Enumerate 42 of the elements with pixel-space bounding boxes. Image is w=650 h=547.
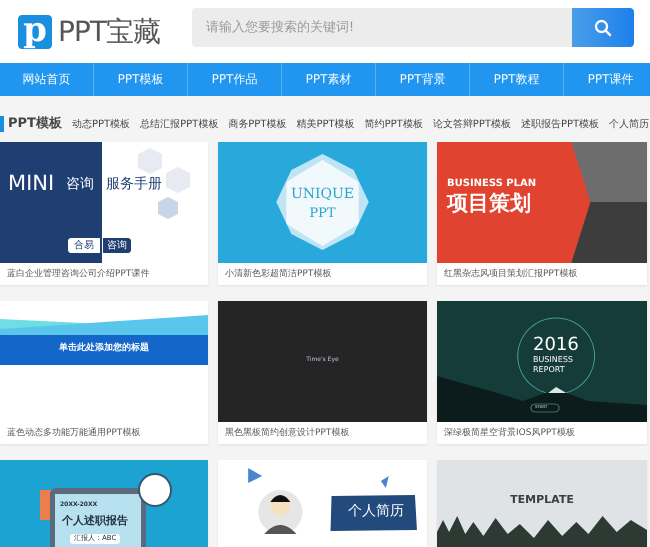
slide-preview-drawing[interactable] (0, 460, 208, 547)
category-link[interactable]: 简约PPT模板 (364, 117, 423, 131)
template-title-link[interactable]: 小清新色彩超简洁PPT模板 (218, 263, 427, 285)
slide-title: TEMPLATE (509, 494, 575, 506)
slide-preview-drawing[interactable] (0, 301, 208, 422)
slide-title: 2016 (533, 335, 579, 355)
category-link[interactable]: 个人简历 (609, 117, 650, 131)
category-link[interactable]: 总结汇报PPT模板 (140, 117, 218, 131)
slide-title: PPT (308, 206, 337, 221)
slide-preview-drawing[interactable] (437, 142, 647, 263)
category-link[interactable]: 精美PPT模板 (296, 117, 355, 131)
slide-title: 个人述职报告 (62, 515, 128, 528)
slide-preview-drawing[interactable] (437, 460, 647, 547)
template-title-link[interactable]: 红黑杂志风项目策划汇报PPT模板 (437, 263, 647, 285)
slide-label: 咨询 (103, 238, 131, 253)
site-logo-text[interactable]: PPT宝藏 (58, 12, 160, 50)
slide-title: 项目策划 (447, 192, 531, 216)
search-button[interactable] (572, 8, 634, 47)
slide-title: 咨询 (66, 177, 94, 192)
slide-title: MINI (8, 172, 54, 196)
category-link[interactable]: 论文答辩PPT模板 (432, 117, 511, 131)
category-link[interactable]: 动态PPT模板 (72, 117, 130, 131)
slide-label: 合易 (68, 238, 100, 253)
template-title-link[interactable]: 蓝色动态多功能万能通用PPT模板 (0, 422, 208, 444)
slide-preview-drawing[interactable] (437, 301, 647, 422)
slide-preview-drawing[interactable] (218, 460, 427, 547)
search-field[interactable]: 请输入您要搜索的关键词! (192, 8, 572, 47)
slide-preview-drawing[interactable] (0, 142, 208, 263)
category-link[interactable]: 述职报告PPT模板 (520, 117, 600, 131)
section-title: PPT模板 (0, 116, 62, 132)
slide-title: 服务手册 (106, 177, 162, 192)
slide-title: UNIQUE (290, 186, 356, 202)
search-icon (594, 18, 612, 36)
slide-title: BUSINESS (533, 356, 573, 365)
slide-subtitle: BUSINESS PLAN (447, 178, 536, 189)
slide-title: 单击此处添加您的标题 (58, 344, 150, 354)
template-title-link[interactable]: 深绿极简星空背景IOS风PPT模板 (437, 422, 647, 444)
template-title-link[interactable]: 蓝白企业管理咨询公司介绍PPT课件 (0, 263, 208, 285)
slide-title: REPORT (533, 366, 565, 375)
slide-title: 个人简历 (348, 504, 404, 520)
category-link[interactable]: 商务PPT模板 (228, 117, 286, 131)
template-title-link[interactable]: 黑色黑板简约创意设计PPT模板 (218, 422, 427, 444)
